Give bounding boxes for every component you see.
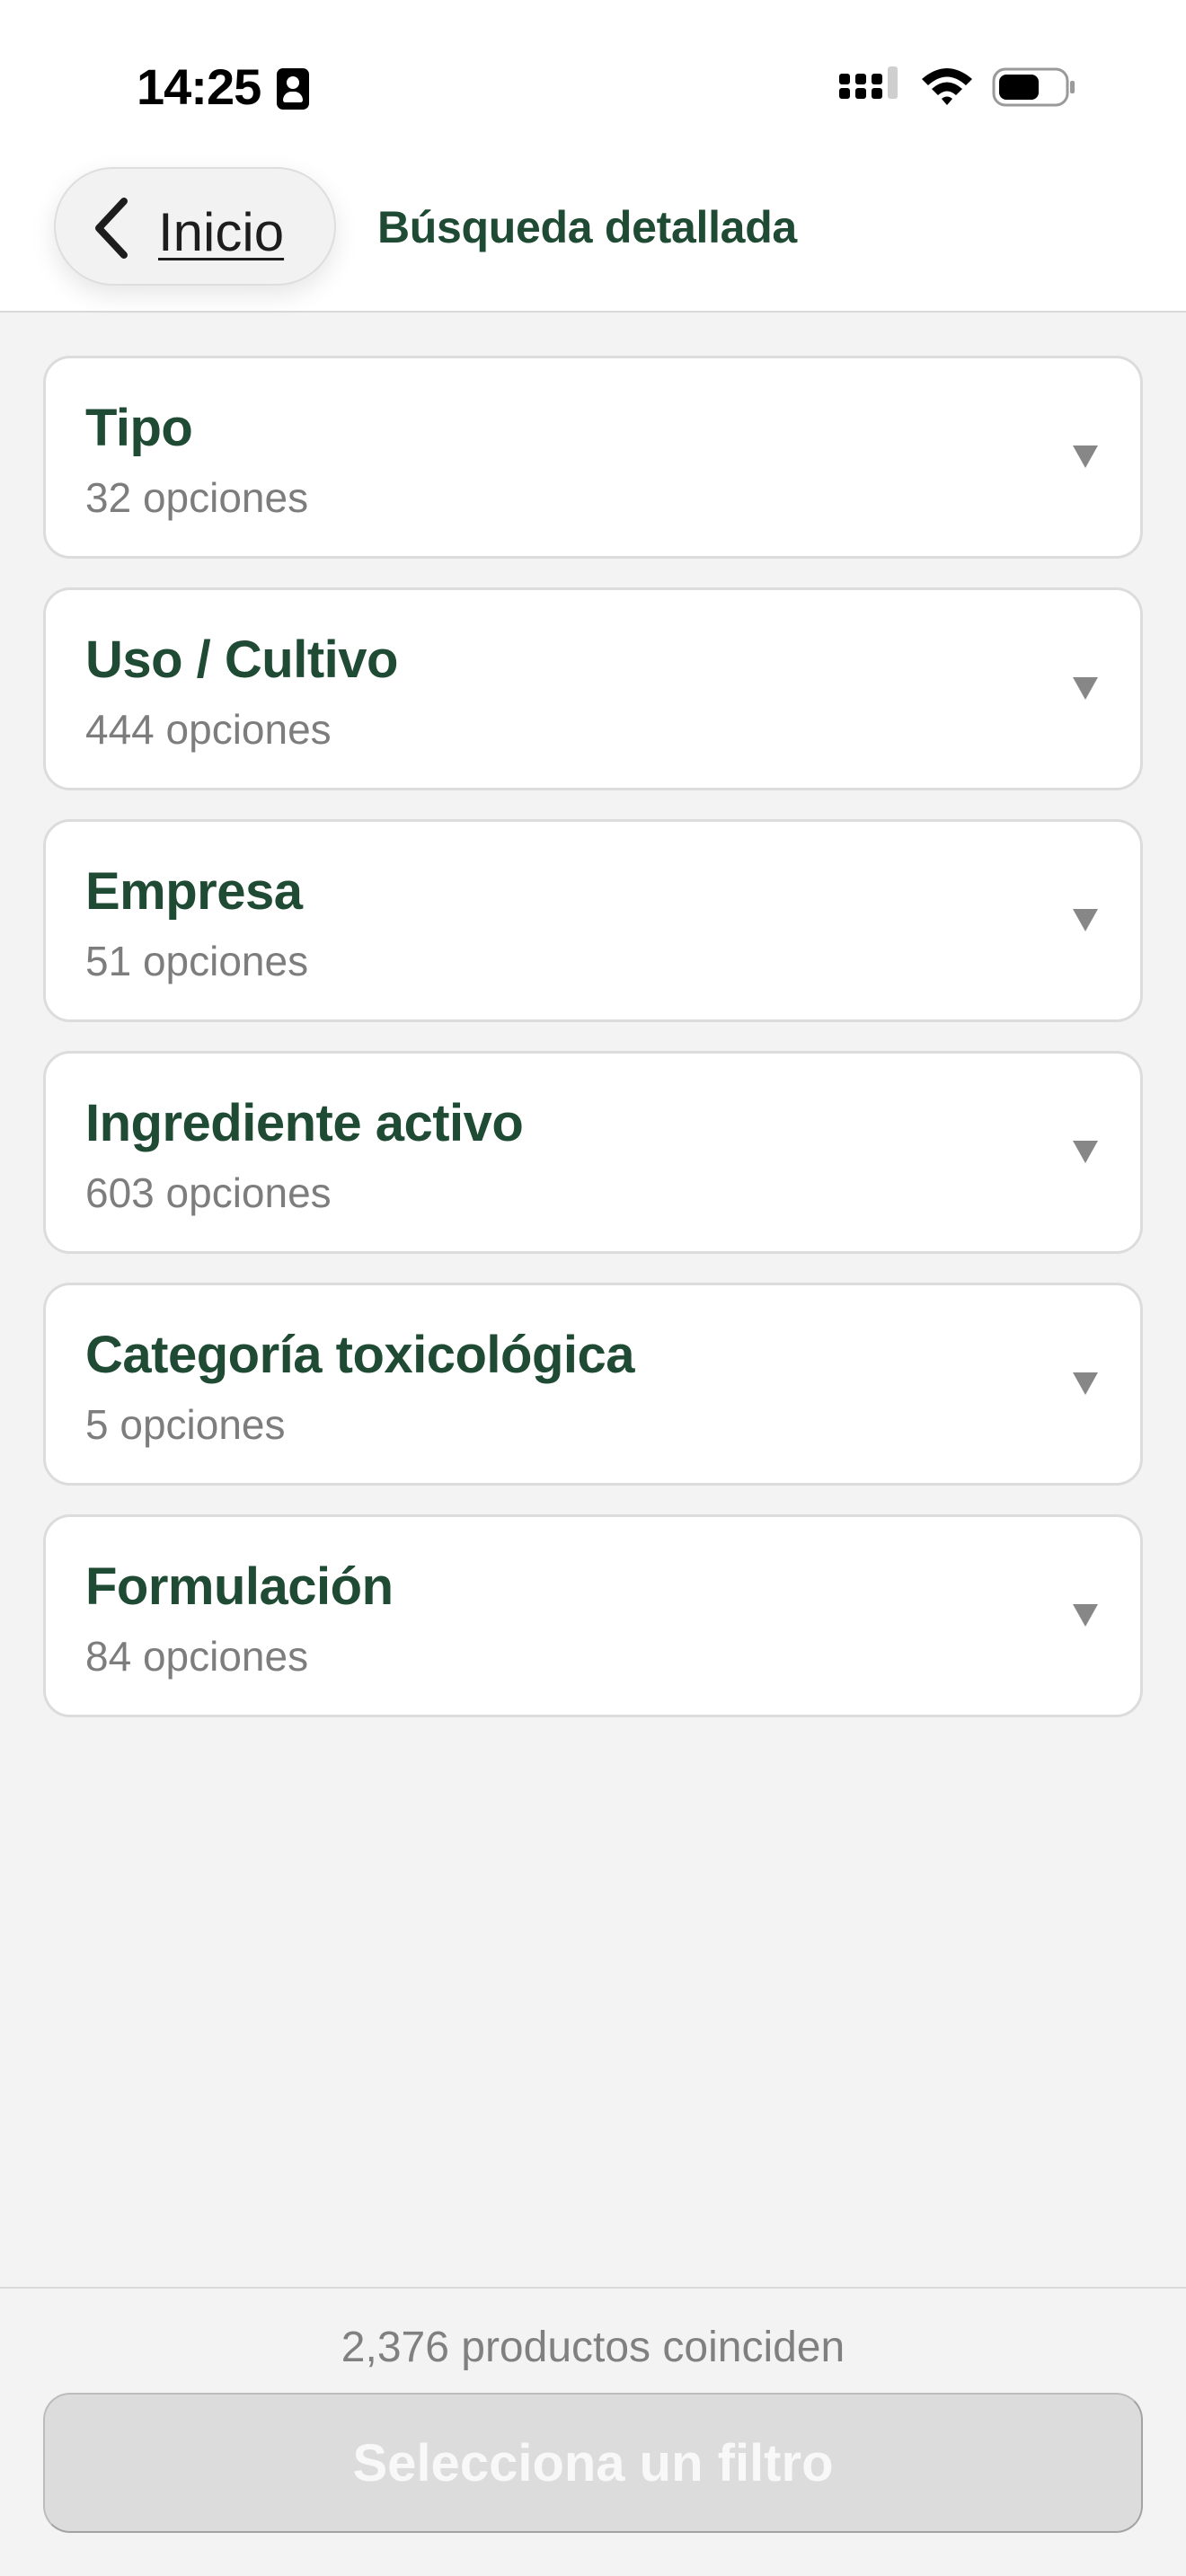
filter-label: Uso / Cultivo — [85, 631, 398, 689]
battery-icon — [992, 67, 1075, 107]
filter-label: Formulación — [85, 1557, 394, 1616]
person-badge-icon — [277, 68, 309, 110]
status-time: 14:25 — [137, 58, 261, 115]
triangle-down-icon — [1073, 1372, 1098, 1395]
filter-option-count: 5 opciones — [85, 1401, 286, 1448]
screen: 14:25 Inicio Búsqueda detallada Tipo 32 … — [0, 0, 1186, 2576]
filter-option-count: 32 opciones — [85, 474, 309, 521]
filter-ingrediente-activo[interactable]: Ingrediente activo 603 opciones — [43, 1051, 1143, 1254]
wifi-icon — [922, 68, 972, 105]
filter-empresa[interactable]: Empresa 51 opciones — [43, 819, 1143, 1022]
page-title: Búsqueda detallada — [377, 202, 797, 252]
triangle-down-icon — [1073, 909, 1098, 931]
filter-option-count: 444 opciones — [85, 706, 332, 753]
filter-label: Categoría toxicológica — [85, 1326, 635, 1384]
match-count: 2,376 productos coinciden — [341, 2324, 845, 2371]
filter-option-count: 84 opciones — [85, 1633, 309, 1680]
filter-uso-cultivo[interactable]: Uso / Cultivo 444 opciones — [43, 587, 1143, 790]
chevron-left-icon — [95, 198, 128, 259]
filter-list: Tipo 32 opciones Uso / Cultivo 444 opcio… — [43, 356, 1143, 1746]
triangle-down-icon — [1073, 677, 1098, 700]
bottom-bar: 2,376 productos coinciden Selecciona un … — [0, 2287, 1186, 2576]
filter-tipo[interactable]: Tipo 32 opciones — [43, 356, 1143, 559]
filter-option-count: 51 opciones — [85, 938, 309, 984]
back-button-label: Inicio — [158, 202, 285, 262]
filter-formulacion[interactable]: Formulación 84 opciones — [43, 1514, 1143, 1717]
triangle-down-icon — [1073, 446, 1098, 468]
triangle-down-icon — [1073, 1604, 1098, 1627]
triangle-down-icon — [1073, 1141, 1098, 1163]
back-button[interactable]: Inicio — [54, 167, 336, 286]
filter-categoria-toxicologica[interactable]: Categoría toxicológica 5 opciones — [43, 1283, 1143, 1486]
select-filter-button[interactable]: Selecciona un filtro — [43, 2393, 1143, 2533]
filter-label: Ingrediente activo — [85, 1094, 524, 1152]
filter-label: Empresa — [85, 862, 303, 921]
header: 14:25 Inicio Búsqueda detallada — [0, 0, 1186, 313]
filter-label: Tipo — [85, 399, 193, 457]
cellular-signal-icon — [839, 66, 898, 99]
filter-option-count: 603 opciones — [85, 1169, 332, 1216]
